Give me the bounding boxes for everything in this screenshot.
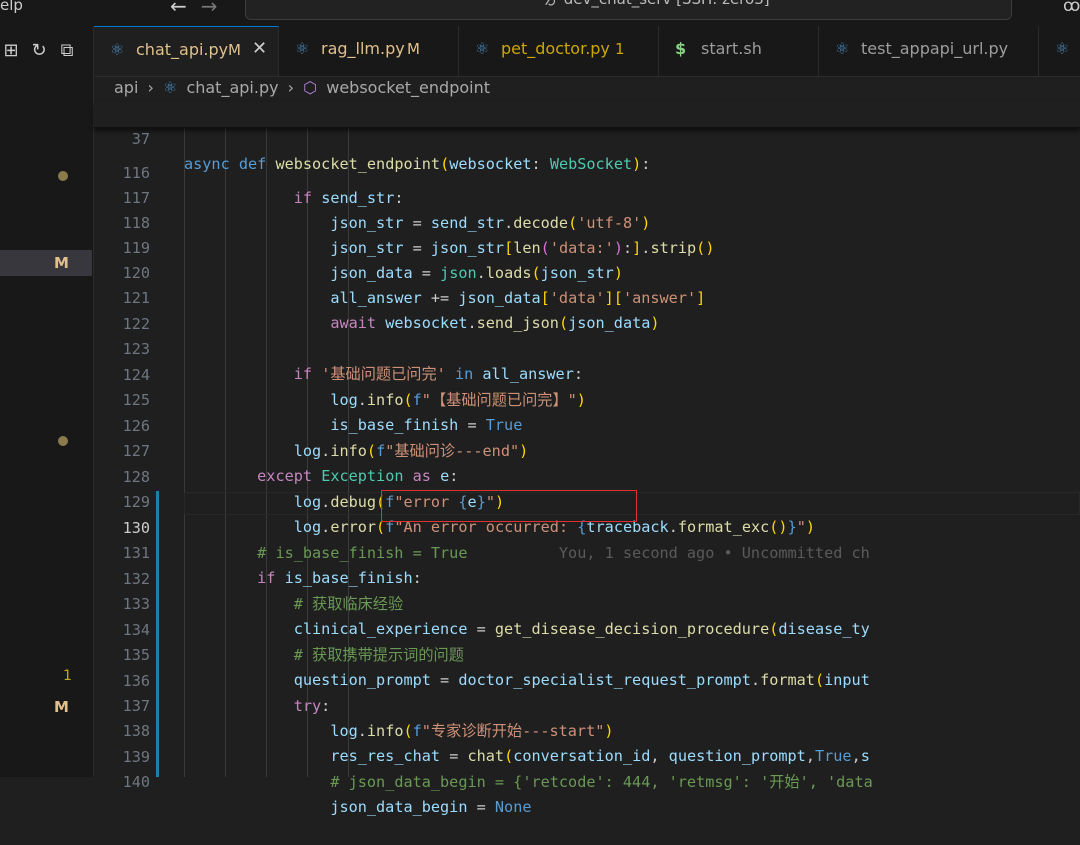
problem-count-badge: 1: [63, 668, 72, 684]
new-folder-icon[interactable]: ⊞: [0, 40, 22, 61]
breadcrumb-symbol[interactable]: websocket_endpoint: [326, 78, 490, 97]
tab-label: pet_doctor.py: [501, 39, 610, 58]
annotation-red-box: [381, 490, 637, 522]
code-line-138[interactable]: 138 res_res_chat = chat(conversation_id,…: [94, 694, 1080, 765]
modified-badge: M: [54, 698, 69, 716]
tab-problem-badge: 1: [615, 40, 625, 58]
command-center-label: ゟ dev_chat_serv [SSH: zero3]: [544, 0, 770, 9]
collapse-all-icon[interactable]: ⧉: [56, 40, 78, 61]
code-line-136[interactable]: 136 try:: [94, 644, 1080, 715]
folder-modified-dot: [58, 436, 68, 446]
command-center[interactable]: ゟ dev_chat_serv [SSH: zero3]: [245, 0, 1012, 20]
code-line-119[interactable]: 119 json_data = json.loads(json_str): [94, 211, 1080, 282]
code-line-125[interactable]: 125 is_base_finish = True: [94, 363, 1080, 434]
chevron-right-icon: ›: [147, 78, 154, 97]
python-file-icon: ⚛: [110, 40, 125, 59]
python-file-icon: ⚛: [1055, 39, 1070, 58]
editor-tabs: ⚛ chat_api.py M ✕ ⚛ rag_llm.py M ⚛ pet_d…: [94, 26, 1080, 77]
tab-rag-llm[interactable]: ⚛ rag_llm.py M: [279, 26, 459, 76]
line-number: 37: [131, 130, 150, 148]
code-line-134[interactable]: 134 # 获取携带提示词的问题: [94, 593, 1080, 664]
code-line-133[interactable]: 133 clinical_experience = get_disease_de…: [94, 567, 1080, 638]
chevron-right-icon: ›: [287, 78, 295, 97]
code-line-140[interactable]: 140 json_data_begin = None: [94, 745, 1080, 816]
tab-modified-badge: M: [407, 40, 420, 58]
code-line-137[interactable]: 137 log.info(f"专家诊断开始---start"): [94, 669, 1080, 740]
modified-badge: M: [54, 254, 69, 272]
shell-file-icon: $: [675, 39, 687, 58]
python-file-icon: ⚛: [295, 39, 310, 58]
forward-arrow-icon[interactable]: →: [201, 0, 232, 18]
code-line-120[interactable]: 120 all_answer += json_data['data']['ans…: [94, 236, 1080, 307]
tab-label: chat_api.py: [136, 40, 229, 59]
tab-label: rag_llm.py: [321, 39, 405, 58]
menu-help[interactable]: elp: [0, 0, 23, 14]
refresh-icon[interactable]: ↻: [28, 40, 50, 61]
code-line-118[interactable]: 118 json_str = json_str[len('data:'):].s…: [94, 186, 1080, 257]
code-line-139[interactable]: 139 # json_data_begin = {'retcode': 444,…: [94, 720, 1080, 791]
code-line-132[interactable]: 132 # 获取临床经验: [94, 542, 1080, 613]
code-line-124[interactable]: 124 log.info(f"【基础问题已问完】"): [94, 338, 1080, 409]
back-arrow-icon[interactable]: ←: [170, 0, 201, 18]
code-line-135[interactable]: 135 question_prompt = doctor_specialist_…: [94, 618, 1080, 689]
copilot-icon[interactable]: ꝏ: [1063, 0, 1080, 16]
explorer-toolbar: ⊞ ↻ ⧉: [0, 40, 84, 61]
breadcrumb: api › ⚛ chat_api.py › ⬡ websocket_endpoi…: [114, 78, 494, 100]
code-line-122[interactable]: 122: [94, 287, 1080, 333]
navigation-arrows: ←→: [170, 0, 232, 18]
python-file-icon: ⚛: [835, 39, 850, 58]
tab-pet-doctor[interactable]: ⚛ pet_doctor.py 1: [459, 26, 659, 76]
code-line-129[interactable]: 129 log.error(f"An error occurred: {trac…: [94, 465, 1080, 536]
symbol-method-icon: ⬡: [303, 78, 318, 97]
tab-modified-badge: M: [228, 41, 241, 59]
tab-start-sh[interactable]: $ start.sh: [659, 26, 819, 76]
python-file-icon: ⚛: [475, 39, 490, 58]
code-line-121[interactable]: 121 await websocket.send_json(json_data): [94, 261, 1080, 332]
breadcrumb-folder[interactable]: api: [114, 78, 138, 97]
close-tab-icon[interactable]: ✕: [252, 38, 267, 59]
code-line: async def websocket_endpoint(websocket: …: [184, 155, 651, 173]
title-bar: elp ←→ ゟ dev_chat_serv [SSH: zero3] ꝏ: [0, 0, 1080, 26]
line-number: 140: [122, 773, 150, 791]
breadcrumb-file[interactable]: chat_api.py: [186, 78, 278, 97]
tab-label: test_appapi_url.py: [861, 39, 1009, 58]
explorer-panel: ⊞ ↻ ⧉ M 1 M: [0, 26, 94, 777]
code-editor[interactable]: 37 async def websocket_endpoint(websocke…: [94, 102, 1080, 816]
tab-overflow[interactable]: ⚛: [1039, 26, 1080, 76]
code-line-123[interactable]: 123 if '基础问题已问完' in all_answer:: [94, 312, 1080, 383]
folder-modified-dot: [58, 171, 68, 181]
explorer-selected-item[interactable]: [0, 250, 92, 276]
tab-label: start.sh: [701, 39, 762, 58]
code-line-127[interactable]: 127 except Exception as e:: [94, 414, 1080, 485]
code-line-126[interactable]: 126 log.info(f"基础问诊---end"): [94, 389, 1080, 460]
tab-chat-api[interactable]: ⚛ chat_api.py M ✕: [94, 26, 279, 76]
sticky-scroll-line[interactable]: 37 async def websocket_endpoint(websocke…: [94, 102, 1080, 173]
code-line-128[interactable]: 128 log.debug(f"error {e}"): [94, 440, 1080, 511]
tab-test-appapi-url[interactable]: ⚛ test_appapi_url.py: [819, 26, 1039, 76]
python-file-icon: ⚛: [163, 78, 178, 97]
